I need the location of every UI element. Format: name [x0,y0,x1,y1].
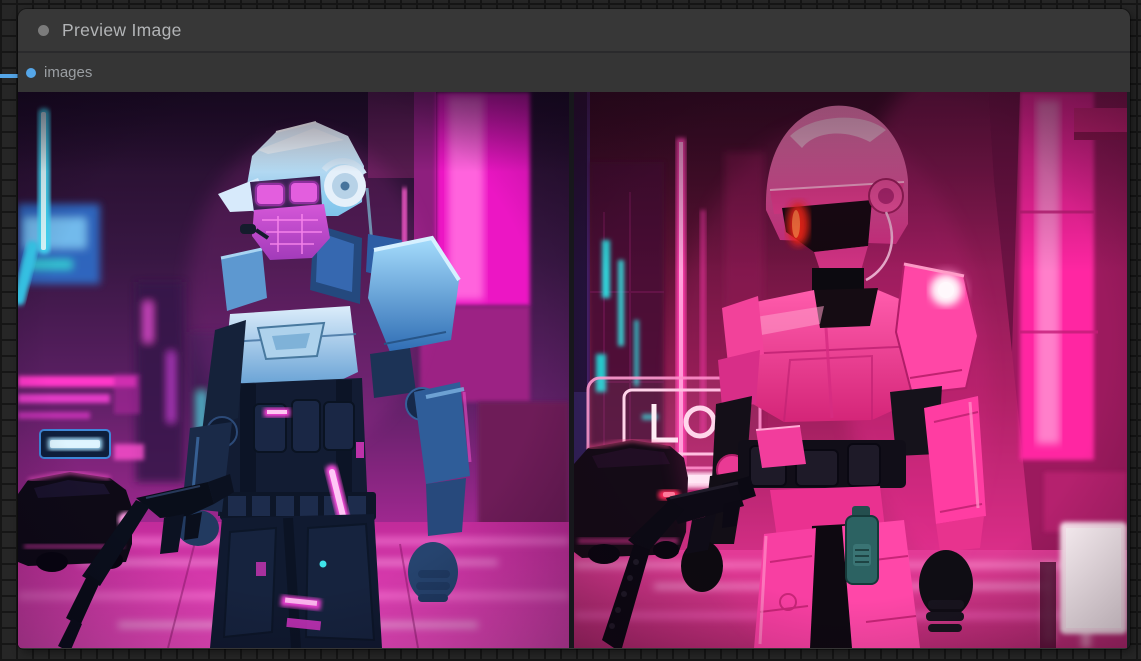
graph-canvas[interactable]: Preview Image images [0,0,1141,661]
input-slot-images-icon[interactable] [26,68,36,78]
node-title: Preview Image [62,20,182,41]
input-slot-label: images [44,64,92,81]
node-preview-image[interactable]: Preview Image images [18,9,1130,649]
preview-image-1[interactable] [18,92,569,648]
node-input-row: images [18,53,1130,92]
preview-image-2[interactable] [574,92,1127,648]
node-titlebar[interactable]: Preview Image [18,9,1130,53]
node-collapse-dot-icon[interactable] [38,25,49,36]
preview-images-area [18,92,1130,648]
